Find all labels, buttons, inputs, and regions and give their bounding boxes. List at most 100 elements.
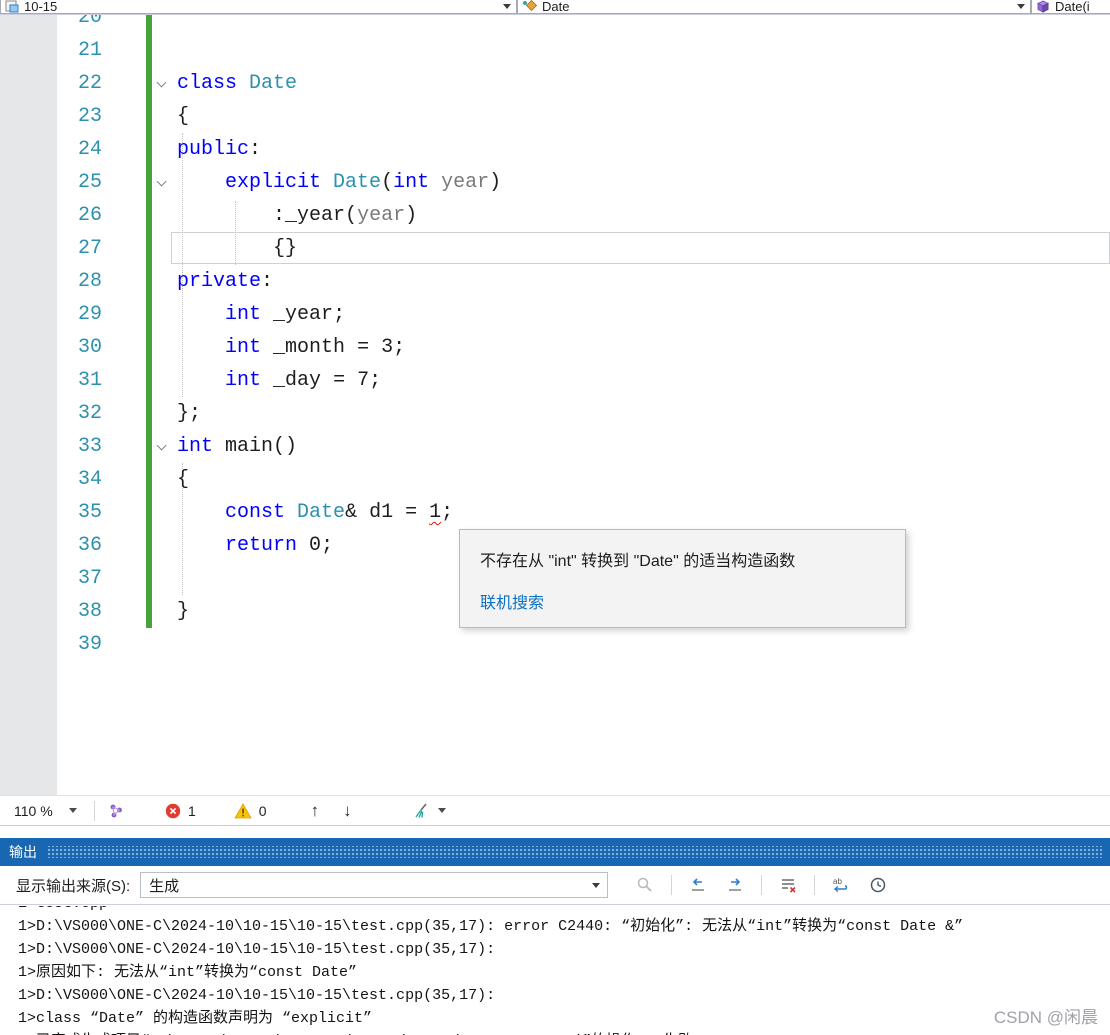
gutter-spacer: [112, 463, 146, 496]
breakpoint-gutter[interactable]: [0, 199, 57, 232]
breakpoint-gutter[interactable]: [0, 331, 57, 364]
code-line-34[interactable]: 34 {: [0, 463, 1110, 496]
code-cleanup-button[interactable]: [412, 802, 446, 820]
breakpoint-gutter[interactable]: [0, 265, 57, 298]
breakpoint-gutter[interactable]: [0, 628, 57, 661]
code-line-30[interactable]: 30 int _month = 3;: [0, 331, 1110, 364]
breakpoint-gutter[interactable]: [0, 364, 57, 397]
gutter-spacer: [112, 331, 146, 364]
outline-gutter[interactable]: [152, 67, 171, 100]
outline-gutter[interactable]: [152, 430, 171, 463]
watermark: CSDN @闲晨: [994, 1003, 1098, 1028]
clear-all-button[interactable]: [777, 874, 799, 896]
output-panel-header[interactable]: 输出: [0, 838, 1110, 866]
word-wrap-icon: ab: [831, 876, 851, 894]
breakpoint-gutter[interactable]: [0, 15, 57, 34]
code-text: class Date: [171, 67, 297, 100]
code-text: {: [171, 463, 189, 496]
breakpoint-gutter[interactable]: [0, 67, 57, 100]
breakpoint-gutter[interactable]: [0, 430, 57, 463]
code-line-29[interactable]: 29 int _year;: [0, 298, 1110, 331]
find-message-button[interactable]: [634, 874, 656, 896]
collapse-chevron-icon[interactable]: [157, 440, 167, 450]
gutter-spacer: [112, 496, 146, 529]
code-text: {}: [171, 232, 297, 265]
code-editor[interactable]: 202122class Date23{24public:25 explicit …: [0, 15, 1110, 795]
error-count-button[interactable]: 1: [165, 803, 196, 819]
breakpoint-gutter[interactable]: [0, 397, 57, 430]
gutter-spacer: [112, 595, 146, 628]
line-number: 30: [57, 331, 112, 364]
chevron-down-icon: [503, 4, 511, 9]
code-line-20[interactable]: 20: [0, 15, 1110, 34]
code-line-31[interactable]: 31 int _day = 7;: [0, 364, 1110, 397]
line-number: 34: [57, 463, 112, 496]
output-line: 1>原因如下: 无法从“int”转换为“const Date”: [18, 961, 1110, 984]
breakpoint-gutter[interactable]: [0, 133, 57, 166]
collapse-chevron-icon[interactable]: [157, 176, 167, 186]
code-line-26[interactable]: 26 :_year(year): [0, 199, 1110, 232]
gutter-spacer: [112, 364, 146, 397]
next-message-icon: [726, 876, 744, 894]
project-dropdown[interactable]: 10-15: [0, 0, 517, 14]
output-content[interactable]: 1>test.cpp1>D:\VS000\ONE-C\2024-10\10-15…: [0, 906, 1110, 1035]
code-line-35[interactable]: 35 const Date& d1 = 1;: [0, 496, 1110, 529]
next-message-button[interactable]: [724, 874, 746, 896]
line-number: 35: [57, 496, 112, 529]
breakpoint-gutter[interactable]: [0, 562, 57, 595]
breakpoint-gutter[interactable]: [0, 298, 57, 331]
output-source-dropdown[interactable]: 生成: [140, 872, 608, 898]
code-health-indicator[interactable]: [107, 802, 125, 820]
code-line-33[interactable]: 33int main(): [0, 430, 1110, 463]
code-line-22[interactable]: 22class Date: [0, 67, 1110, 100]
code-line-28[interactable]: 28private:: [0, 265, 1110, 298]
code-line-21[interactable]: 21: [0, 34, 1110, 67]
outline-gutter: [152, 595, 171, 628]
code-line-25[interactable]: 25 explicit Date(int year): [0, 166, 1110, 199]
code-line-39[interactable]: 39: [0, 628, 1110, 661]
previous-message-button[interactable]: [687, 874, 709, 896]
code-line-23[interactable]: 23{: [0, 100, 1110, 133]
code-text: public:: [171, 133, 261, 166]
gutter-spacer: [112, 133, 146, 166]
code-line-32[interactable]: 32};: [0, 397, 1110, 430]
next-issue-button[interactable]: ↓: [343, 801, 352, 821]
member-dropdown[interactable]: Date(i: [1031, 0, 1110, 14]
breakpoint-gutter[interactable]: [0, 232, 57, 265]
line-number: 37: [57, 562, 112, 595]
breakpoint-gutter[interactable]: [0, 529, 57, 562]
breakpoint-gutter[interactable]: [0, 34, 57, 67]
zoom-dropdown[interactable]: 110 %: [0, 803, 94, 819]
breakpoint-gutter[interactable]: [0, 100, 57, 133]
previous-issue-button[interactable]: ↑: [311, 801, 320, 821]
code-text: private:: [171, 265, 273, 298]
line-number: 27: [57, 232, 112, 265]
line-number: 21: [57, 34, 112, 67]
class-dropdown[interactable]: Date: [517, 0, 1031, 14]
line-number: 29: [57, 298, 112, 331]
outline-gutter: [152, 298, 171, 331]
collapse-chevron-icon[interactable]: [157, 77, 167, 87]
warning-count-button[interactable]: 0: [234, 803, 267, 819]
breakpoint-gutter[interactable]: [0, 496, 57, 529]
gutter-spacer: [112, 199, 146, 232]
outline-gutter: [152, 463, 171, 496]
timestamp-button[interactable]: [867, 874, 889, 896]
output-source-value: 生成: [149, 875, 179, 896]
breakpoint-gutter[interactable]: [0, 595, 57, 628]
gutter-spacer: [112, 430, 146, 463]
gutter-spacer: [112, 397, 146, 430]
code-text: int _year;: [171, 298, 345, 331]
line-number: 33: [57, 430, 112, 463]
code-line-24[interactable]: 24public:: [0, 133, 1110, 166]
outline-gutter[interactable]: [152, 166, 171, 199]
breakpoint-gutter[interactable]: [0, 166, 57, 199]
code-line-27[interactable]: 27 {}: [0, 232, 1110, 265]
online-search-link[interactable]: 联机搜索: [480, 589, 544, 613]
outline-gutter: [152, 496, 171, 529]
word-wrap-button[interactable]: ab: [830, 874, 852, 896]
previous-message-icon: [689, 876, 707, 894]
output-toolbar: 显示输出来源(S): 生成: [0, 866, 1110, 905]
outline-gutter: [152, 133, 171, 166]
breakpoint-gutter[interactable]: [0, 463, 57, 496]
